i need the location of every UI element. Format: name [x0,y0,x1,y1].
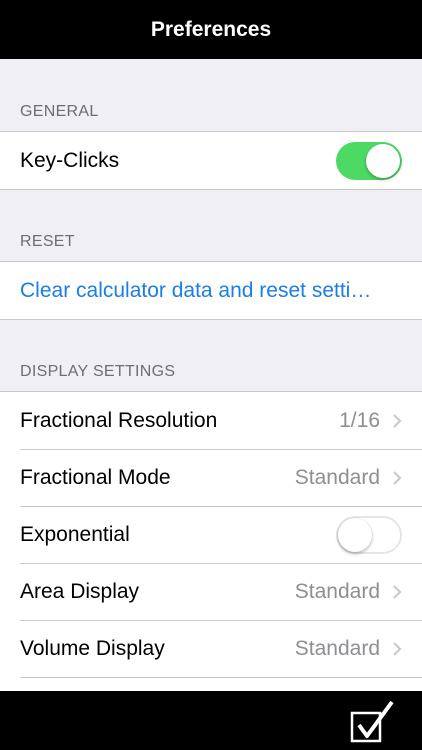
bottom-toolbar [0,691,422,750]
fractional-resolution-value: 1/16 [339,408,380,432]
section-header-general: GENERAL [0,59,422,132]
area-display-value: Standard [294,579,380,603]
area-display-row[interactable]: Area Display Standard [0,563,422,620]
chevron-right-icon [392,584,402,600]
volume-display-label: Volume Display [20,636,165,660]
area-display-label: Area Display [20,579,140,603]
volume-display-row[interactable]: Volume Display Standard [0,620,422,677]
list-item-partial [0,677,422,691]
nav-bar: Preferences [0,0,422,59]
chevron-right-icon [392,413,402,429]
checkbox-check-icon[interactable] [350,699,396,743]
preferences-list[interactable]: GENERAL Key-Clicks RESET Clear calculato… [0,59,422,691]
group-reset: Clear calculator data and reset setti… [0,262,422,320]
section-header-display: DISPLAY SETTINGS [0,320,422,392]
fractional-resolution-label: Fractional Resolution [20,408,218,432]
key-clicks-label: Key-Clicks [20,148,120,172]
key-clicks-toggle[interactable] [336,141,402,180]
fractional-mode-label: Fractional Mode [20,465,171,489]
chevron-right-icon [392,641,402,657]
exponential-row: Exponential [0,506,422,563]
section-header-reset: RESET [0,190,422,262]
volume-display-value: Standard [294,636,380,660]
exponential-label: Exponential [20,522,130,546]
chevron-right-icon [392,470,402,486]
key-clicks-row: Key-Clicks [0,132,422,189]
fractional-mode-row[interactable]: Fractional Mode Standard [0,449,422,506]
group-display: Fractional Resolution 1/16 Fractional Mo… [0,392,422,691]
toggle-knob [338,517,372,552]
toggle-knob [366,143,400,178]
page-title: Preferences [150,17,272,41]
group-general: Key-Clicks [0,132,422,190]
exponential-toggle[interactable] [336,515,402,554]
fractional-mode-value: Standard [294,465,380,489]
fractional-resolution-row[interactable]: Fractional Resolution 1/16 [0,392,422,449]
clear-data-row[interactable]: Clear calculator data and reset setti… [0,262,422,319]
clear-data-button[interactable]: Clear calculator data and reset setti… [20,279,402,303]
